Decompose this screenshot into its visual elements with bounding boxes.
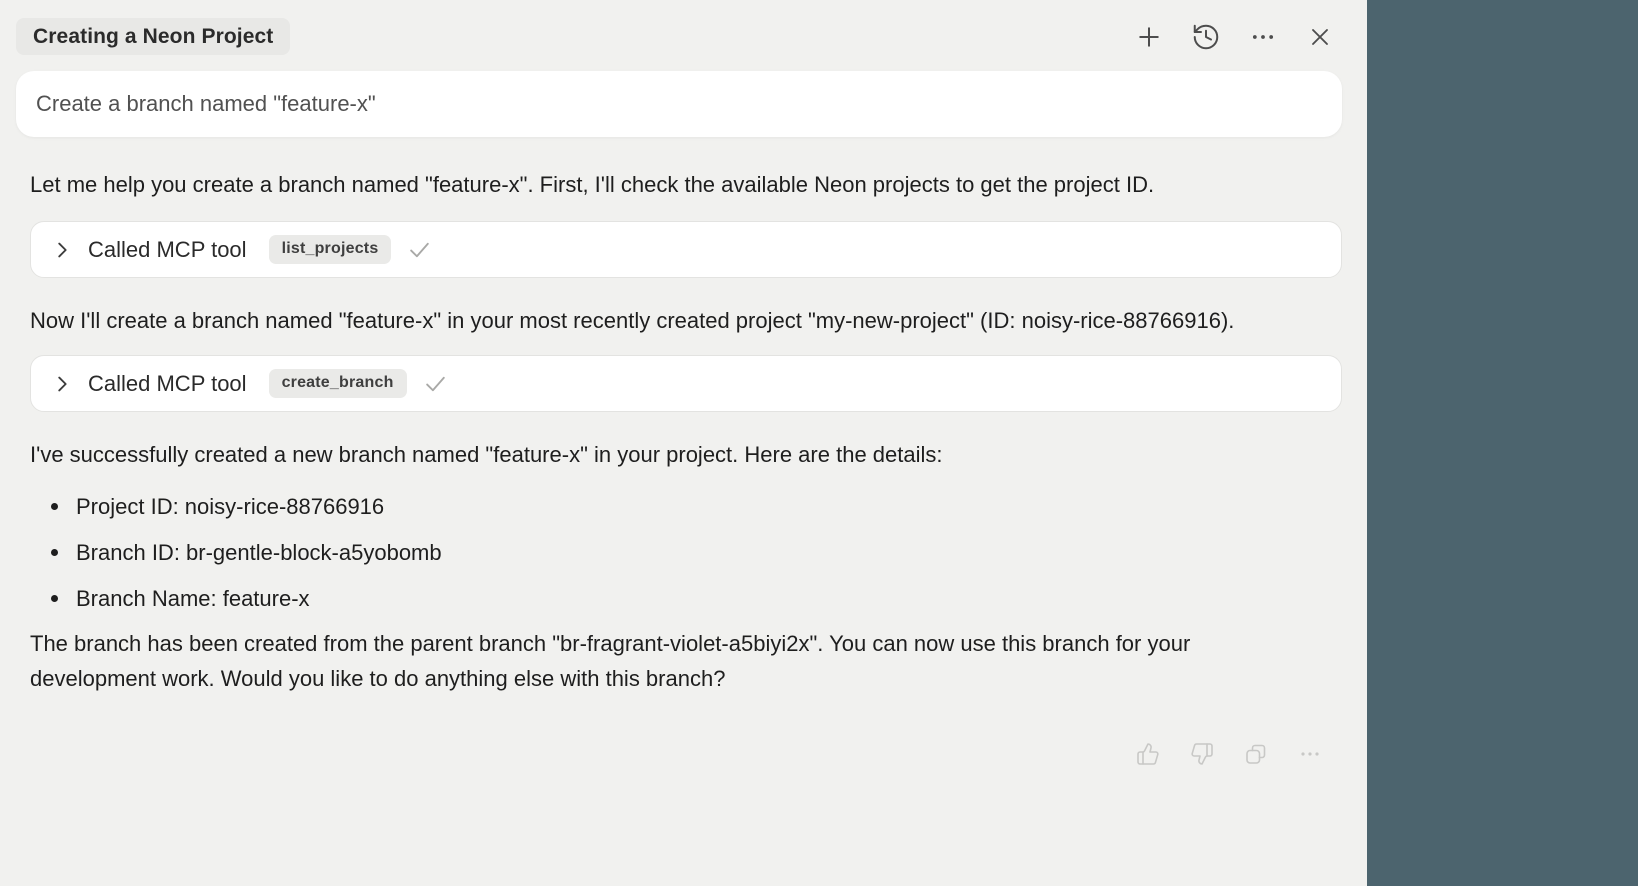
close-icon — [1306, 23, 1334, 51]
assistant-paragraph-create: Now I'll create a branch named "feature-… — [30, 303, 1248, 338]
check-icon — [423, 371, 448, 396]
chevron-right-icon — [51, 239, 73, 261]
user-message-bubble: Create a branch named "feature-x" — [16, 71, 1342, 137]
chat-title-pill[interactable]: Creating a Neon Project — [16, 18, 290, 55]
list-item: Branch ID: br-gentle-block-a5yobomb — [76, 530, 1248, 576]
tool-name-badge: create_branch — [269, 369, 407, 398]
app-background-strip — [1367, 0, 1638, 886]
ellipsis-icon — [1249, 23, 1277, 51]
more-options-button[interactable] — [1247, 21, 1279, 53]
tool-name-badge: list_projects — [269, 235, 392, 264]
tool-call-row-create-branch[interactable]: Called MCP tool create_branch — [30, 355, 1342, 412]
assistant-response: Let me help you create a branch named "f… — [30, 167, 1342, 770]
tool-call-label: Called MCP tool — [88, 371, 247, 397]
assistant-paragraph-success: I've successfully created a new branch n… — [30, 437, 1248, 472]
check-icon — [407, 237, 432, 262]
assistant-paragraph-intro: Let me help you create a branch named "f… — [30, 167, 1248, 202]
copy-icon — [1244, 742, 1268, 766]
thumbs-up-button[interactable] — [1132, 738, 1164, 770]
history-button[interactable] — [1190, 21, 1222, 53]
tool-call-row-list-projects[interactable]: Called MCP tool list_projects — [30, 221, 1342, 278]
plus-icon — [1134, 22, 1164, 52]
message-more-button[interactable] — [1294, 738, 1326, 770]
new-chat-button[interactable] — [1133, 21, 1165, 53]
chat-header: Creating a Neon Project — [16, 18, 1342, 55]
branch-details-list: Project ID: noisy-rice-88766916 Branch I… — [30, 484, 1248, 622]
chevron-right-icon — [51, 373, 73, 395]
close-button[interactable] — [1304, 21, 1336, 53]
message-action-bar — [30, 738, 1326, 770]
thumbs-up-icon — [1136, 742, 1160, 766]
copy-button[interactable] — [1240, 738, 1272, 770]
list-item: Branch Name: feature-x — [76, 576, 1248, 622]
thumbs-down-button[interactable] — [1186, 738, 1218, 770]
tool-call-label: Called MCP tool — [88, 237, 247, 263]
list-item: Project ID: noisy-rice-88766916 — [76, 484, 1248, 530]
user-message-text: Create a branch named "feature-x" — [36, 91, 376, 117]
ellipsis-icon — [1298, 742, 1322, 766]
thumbs-down-icon — [1190, 742, 1214, 766]
history-icon — [1191, 22, 1221, 52]
header-icon-group — [1133, 21, 1336, 53]
chat-panel: Creating a Neon Project — [0, 0, 1367, 886]
assistant-paragraph-closing: The branch has been created from the par… — [30, 626, 1248, 696]
